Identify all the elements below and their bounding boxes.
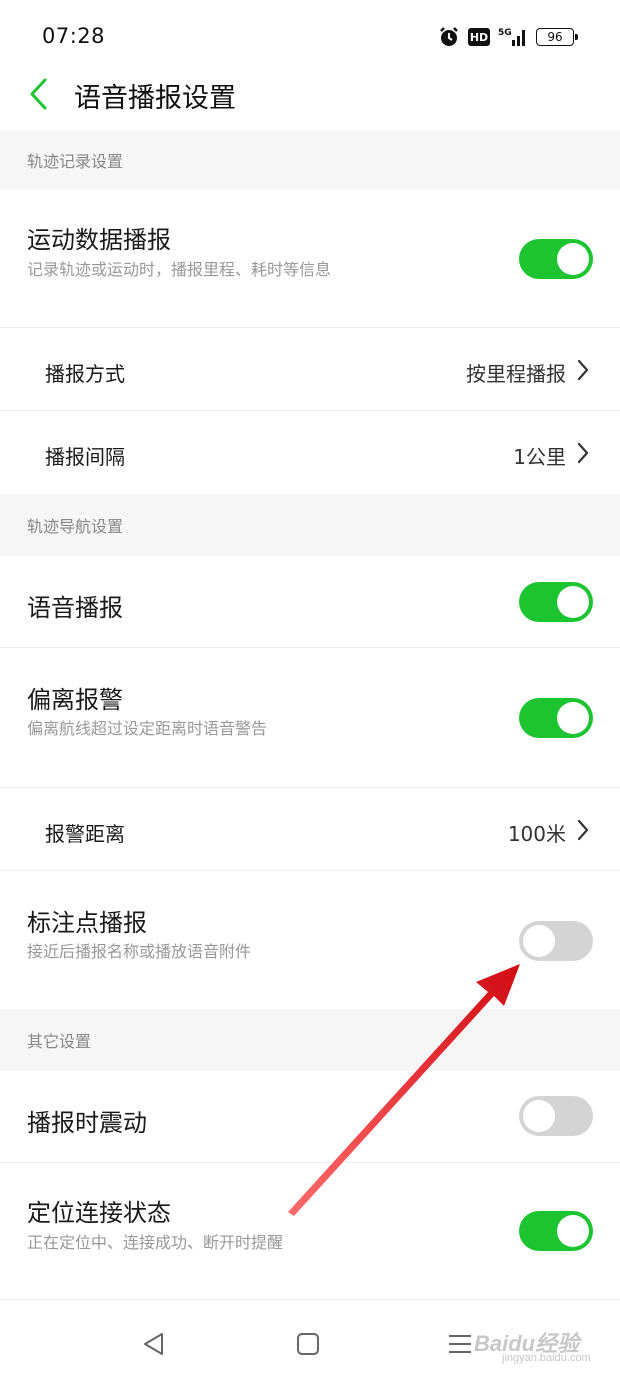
row-title: 播报方式 xyxy=(45,362,125,386)
back-button[interactable] xyxy=(18,72,58,116)
row-marker-broadcast[interactable]: 标注点播报 接近后播报名称或播放语音附件 xyxy=(0,871,620,1009)
row-title: 偏离报警 xyxy=(27,686,123,714)
row-broadcast-interval[interactable]: 播报间隔 1公里 xyxy=(0,411,620,494)
deviation-alert-toggle[interactable] xyxy=(519,698,593,738)
row-title: 标注点播报 xyxy=(27,909,147,937)
watermark-logo: Baidu经验 jingyan.baidu.com xyxy=(474,1326,591,1366)
alarm-icon xyxy=(440,27,458,46)
marker-broadcast-toggle[interactable] xyxy=(519,921,593,961)
battery-icon: 96 xyxy=(536,28,578,46)
chevron-left-icon xyxy=(30,78,47,110)
row-subtitle: 正在定位中、连接成功、断开时提醒 xyxy=(27,1233,284,1252)
chevron-right-icon xyxy=(577,819,589,841)
row-title: 语音播报 xyxy=(27,594,123,622)
row-subtitle: 记录轨迹或运动时，播报里程、耗时等信息 xyxy=(27,260,332,279)
row-subtitle: 接近后播报名称或播放语音附件 xyxy=(27,942,252,961)
row-value: 1公里 xyxy=(513,445,566,469)
nav-back-icon[interactable] xyxy=(140,1330,168,1358)
svg-text:5G: 5G xyxy=(498,28,512,38)
row-title: 定位连接状态 xyxy=(27,1199,171,1227)
row-sport-data[interactable]: 运动数据播报 记录轨迹或运动时，播报里程、耗时等信息 xyxy=(0,190,620,328)
row-alert-distance[interactable]: 报警距离 100米 xyxy=(0,788,620,871)
row-title: 运动数据播报 xyxy=(27,226,171,254)
row-title: 报警距离 xyxy=(45,822,125,846)
row-voice-broadcast[interactable]: 语音播报 xyxy=(0,556,620,648)
voice-broadcast-toggle[interactable] xyxy=(519,582,593,622)
sport-data-toggle[interactable] xyxy=(519,239,593,279)
row-broadcast-mode[interactable]: 播报方式 按里程播报 xyxy=(0,328,620,411)
watermark-url: jingyan.baidu.com xyxy=(502,1352,591,1364)
chevron-right-icon xyxy=(577,359,589,381)
row-subtitle: 偏离航线超过设定距离时语音警告 xyxy=(27,719,268,738)
status-icons: HD 5G 96 xyxy=(438,24,578,50)
row-title: 播报间隔 xyxy=(45,445,125,469)
nav-menu-icon[interactable] xyxy=(446,1330,474,1358)
row-title: 播报时震动 xyxy=(27,1109,147,1137)
battery-level: 96 xyxy=(547,30,563,44)
section-header-track-nav: 轨迹导航设置 xyxy=(0,494,620,556)
header: 语音播报设置 xyxy=(0,72,620,128)
chevron-right-icon xyxy=(577,442,589,464)
section-header-track-record: 轨迹记录设置 xyxy=(0,130,620,190)
status-bar: 07:28 HD 5G 96 xyxy=(0,0,620,72)
row-vibrate[interactable]: 播报时震动 xyxy=(0,1071,620,1163)
signal-icon: 5G xyxy=(498,28,525,46)
row-value: 100米 xyxy=(507,822,566,846)
row-deviation-alert[interactable]: 偏离报警 偏离航线超过设定距离时语音警告 xyxy=(0,648,620,788)
row-location-status[interactable]: 定位连接状态 正在定位中、连接成功、断开时提醒 xyxy=(0,1163,620,1300)
vibrate-toggle[interactable] xyxy=(519,1096,593,1136)
nav-home-icon[interactable] xyxy=(294,1330,322,1358)
page-title: 语音播报设置 xyxy=(74,83,236,114)
row-value: 按里程播报 xyxy=(466,362,566,386)
location-status-toggle[interactable] xyxy=(519,1211,593,1251)
hd-icon: HD xyxy=(468,28,490,46)
status-time: 07:28 xyxy=(42,24,106,48)
section-header-other: 其它设置 xyxy=(0,1009,620,1071)
